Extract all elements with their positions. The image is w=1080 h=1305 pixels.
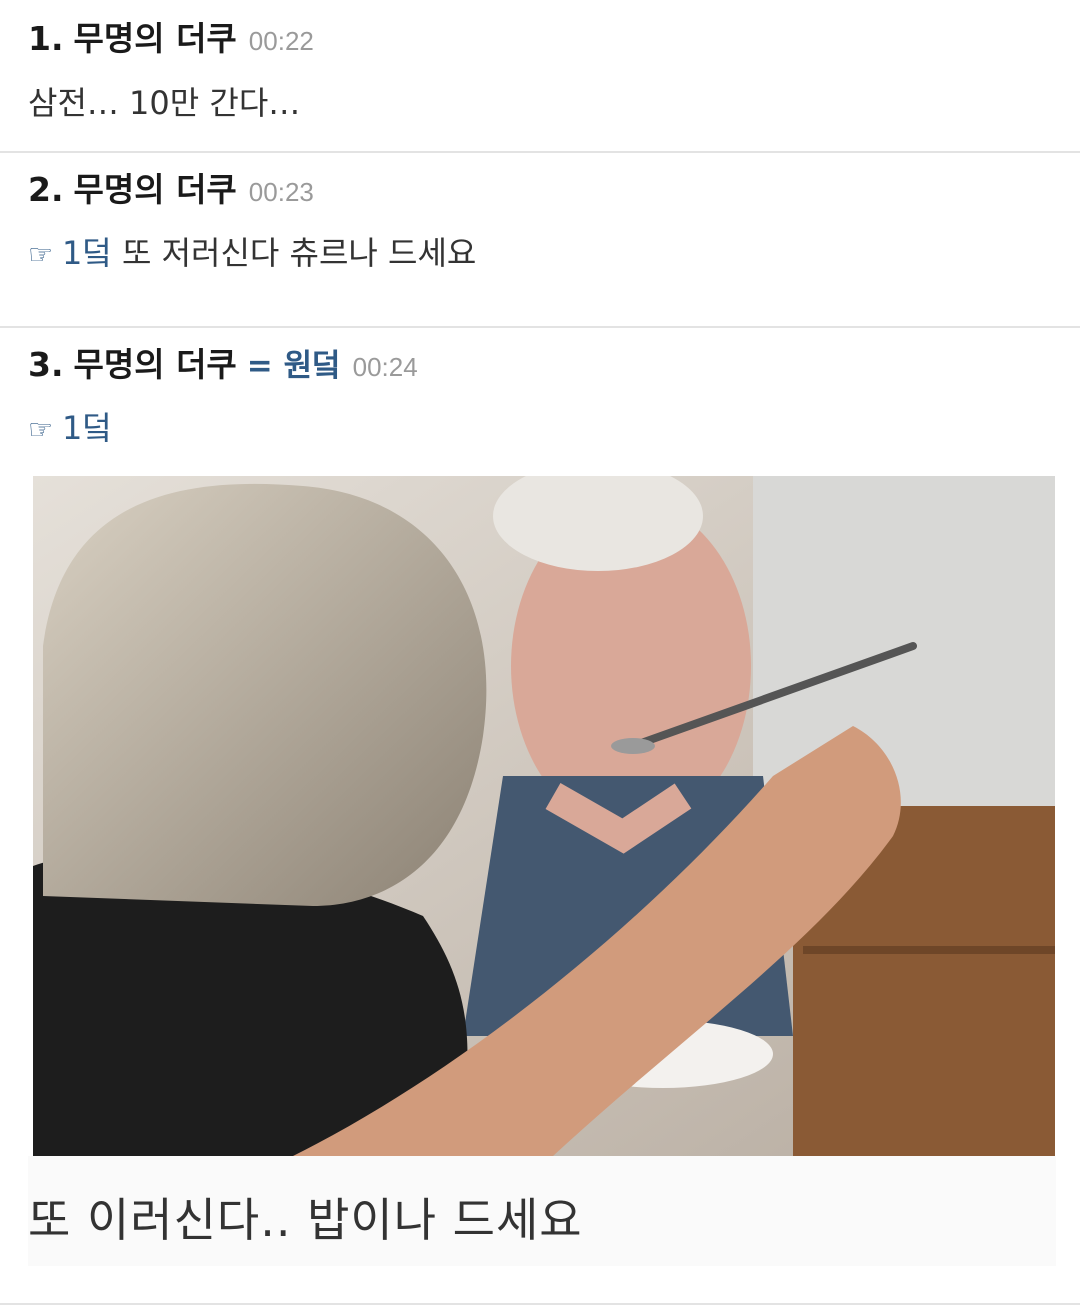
reply-link[interactable]: 1덬 <box>62 409 112 447</box>
comment-time: 00:22 <box>248 26 314 56</box>
comment-text: 삼전… 10만 간다… <box>28 84 301 122</box>
comment-number: 1. <box>28 19 64 58</box>
comment-nickname: 무명의 더쿠 <box>73 19 237 58</box>
pointing-hand-icon: ☞ <box>28 413 54 446</box>
comment-time: 00:23 <box>248 177 314 207</box>
reply-link[interactable]: 1덬 <box>62 234 112 272</box>
comment-number: 2. <box>28 170 64 209</box>
photo-caption: 또 이러신다.. 밥이나 드세요 <box>28 1193 583 1247</box>
comment-nickname: 무명의 더쿠 <box>73 345 237 384</box>
comment-item: 2. 무명의 더쿠 00:23 ☞ 1덬 또 저러신다 츄르나 드세요 <box>0 153 1080 328</box>
comment-header: 2. 무명의 더쿠 00:23 <box>28 163 314 211</box>
photo-illustration <box>33 476 1055 1156</box>
comment-item: 3. 무명의 더쿠 = 원덬 00:24 ☞ 1덬 또 이러신다.. 밥이나 드… <box>0 328 1080 1305</box>
comment-body: ☞ 1덬 또 저러신다 츄르나 드세요 <box>28 228 476 274</box>
author-badge: = 원덬 <box>246 348 341 384</box>
comment-photo[interactable] <box>33 476 1055 1156</box>
photo-caption-area: 또 이러신다.. 밥이나 드세요 <box>28 1156 1056 1266</box>
pointing-hand-icon: ☞ <box>28 238 54 271</box>
comment-body: ☞ 1덬 <box>28 403 112 449</box>
comment-header: 3. 무명의 더쿠 = 원덬 00:24 <box>28 338 418 386</box>
comment-number: 3. <box>28 345 64 384</box>
comment-time: 00:24 <box>352 352 418 382</box>
comment-text: 또 저러신다 츄르나 드세요 <box>111 234 477 272</box>
comment-item: 1. 무명의 더쿠 00:22 삼전… 10만 간다… <box>0 0 1080 153</box>
comment-nickname: 무명의 더쿠 <box>73 170 237 209</box>
comment-header: 1. 무명의 더쿠 00:22 <box>28 12 314 60</box>
